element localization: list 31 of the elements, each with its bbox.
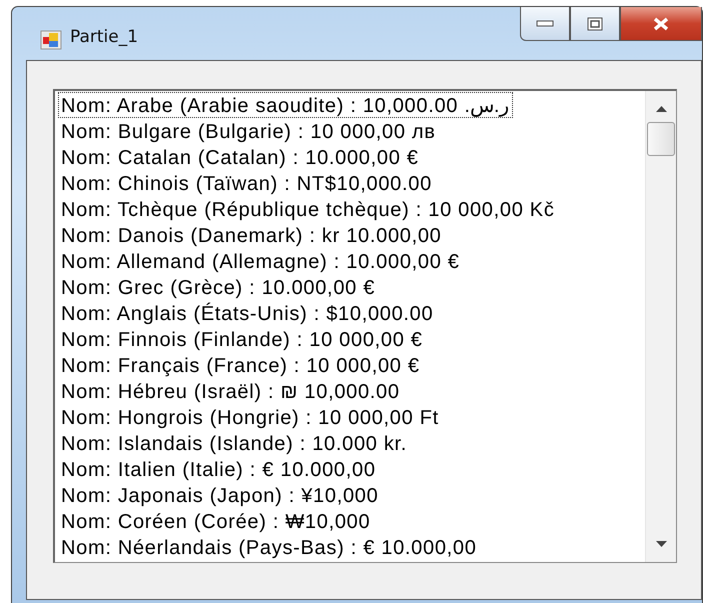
close-icon xyxy=(652,16,670,30)
list-item[interactable]: Nom: Néerlandais (Pays-Bas) : € 10.000,00 xyxy=(58,534,480,560)
maximize-button[interactable] xyxy=(570,7,620,41)
list-item[interactable]: Nom: Bulgare (Bulgarie) : 10 000,00 лв xyxy=(58,118,439,144)
list-item[interactable]: Nom: Français (France) : 10 000,00 € xyxy=(58,352,423,378)
scroll-thumb[interactable] xyxy=(647,122,675,156)
list-item[interactable]: Nom: Hébreu (Israël) : ₪ 10,000.00 xyxy=(58,378,403,404)
list-box[interactable] xyxy=(53,89,677,563)
list-item[interactable]: Nom: Italien (Italie) : € 10.000,00 xyxy=(58,456,379,482)
list-item[interactable]: Nom: Hongrois (Hongrie) : 10 000,00 Ft xyxy=(58,404,442,430)
list-item[interactable]: Nom: Allemand (Allemagne) : 10.000,00 € xyxy=(58,248,463,274)
minimize-button[interactable] xyxy=(520,7,570,41)
list-item[interactable]: Nom: Finnois (Finlande) : 10 000,00 € xyxy=(58,326,426,352)
list-item[interactable]: Nom: Arabe (Arabie saoudite) : 10,000.00 ر.س. xyxy=(58,92,512,118)
close-button[interactable] xyxy=(620,7,702,41)
list-item[interactable]: Nom: Danois (Danemark) : kr 10.000,00 xyxy=(58,222,444,248)
list-item[interactable]: Nom: Tchèque (République tchèque) : 10 000,00 Kč xyxy=(58,196,558,222)
window-title: Partie_1 xyxy=(70,27,138,47)
list-item[interactable]: Nom: Islandais (Islande) : 10.000 kr. xyxy=(58,430,410,456)
minimize-icon xyxy=(536,20,554,28)
maximize-icon xyxy=(587,16,603,30)
vertical-scrollbar[interactable] xyxy=(645,91,676,562)
list-item[interactable]: Nom: Anglais (États-Unis) : $10,000.00 xyxy=(58,300,436,326)
list-item[interactable]: Nom: Catalan (Catalan) : 10.000,00 € xyxy=(58,144,422,170)
list-item[interactable]: Nom: Chinois (Taïwan) : NT$10,000.00 xyxy=(58,170,435,196)
list-item[interactable]: Nom: Grec (Grèce) : 10.000,00 € xyxy=(58,274,378,300)
list-item[interactable]: Nom: Japonais (Japon) : ¥10,000 xyxy=(58,482,382,508)
scroll-down-icon[interactable] xyxy=(656,541,666,548)
scroll-up-icon[interactable] xyxy=(656,105,666,112)
list-item[interactable]: Nom: Coréen (Corée) : ₩10,000 xyxy=(58,508,374,534)
app-icon xyxy=(40,30,62,50)
